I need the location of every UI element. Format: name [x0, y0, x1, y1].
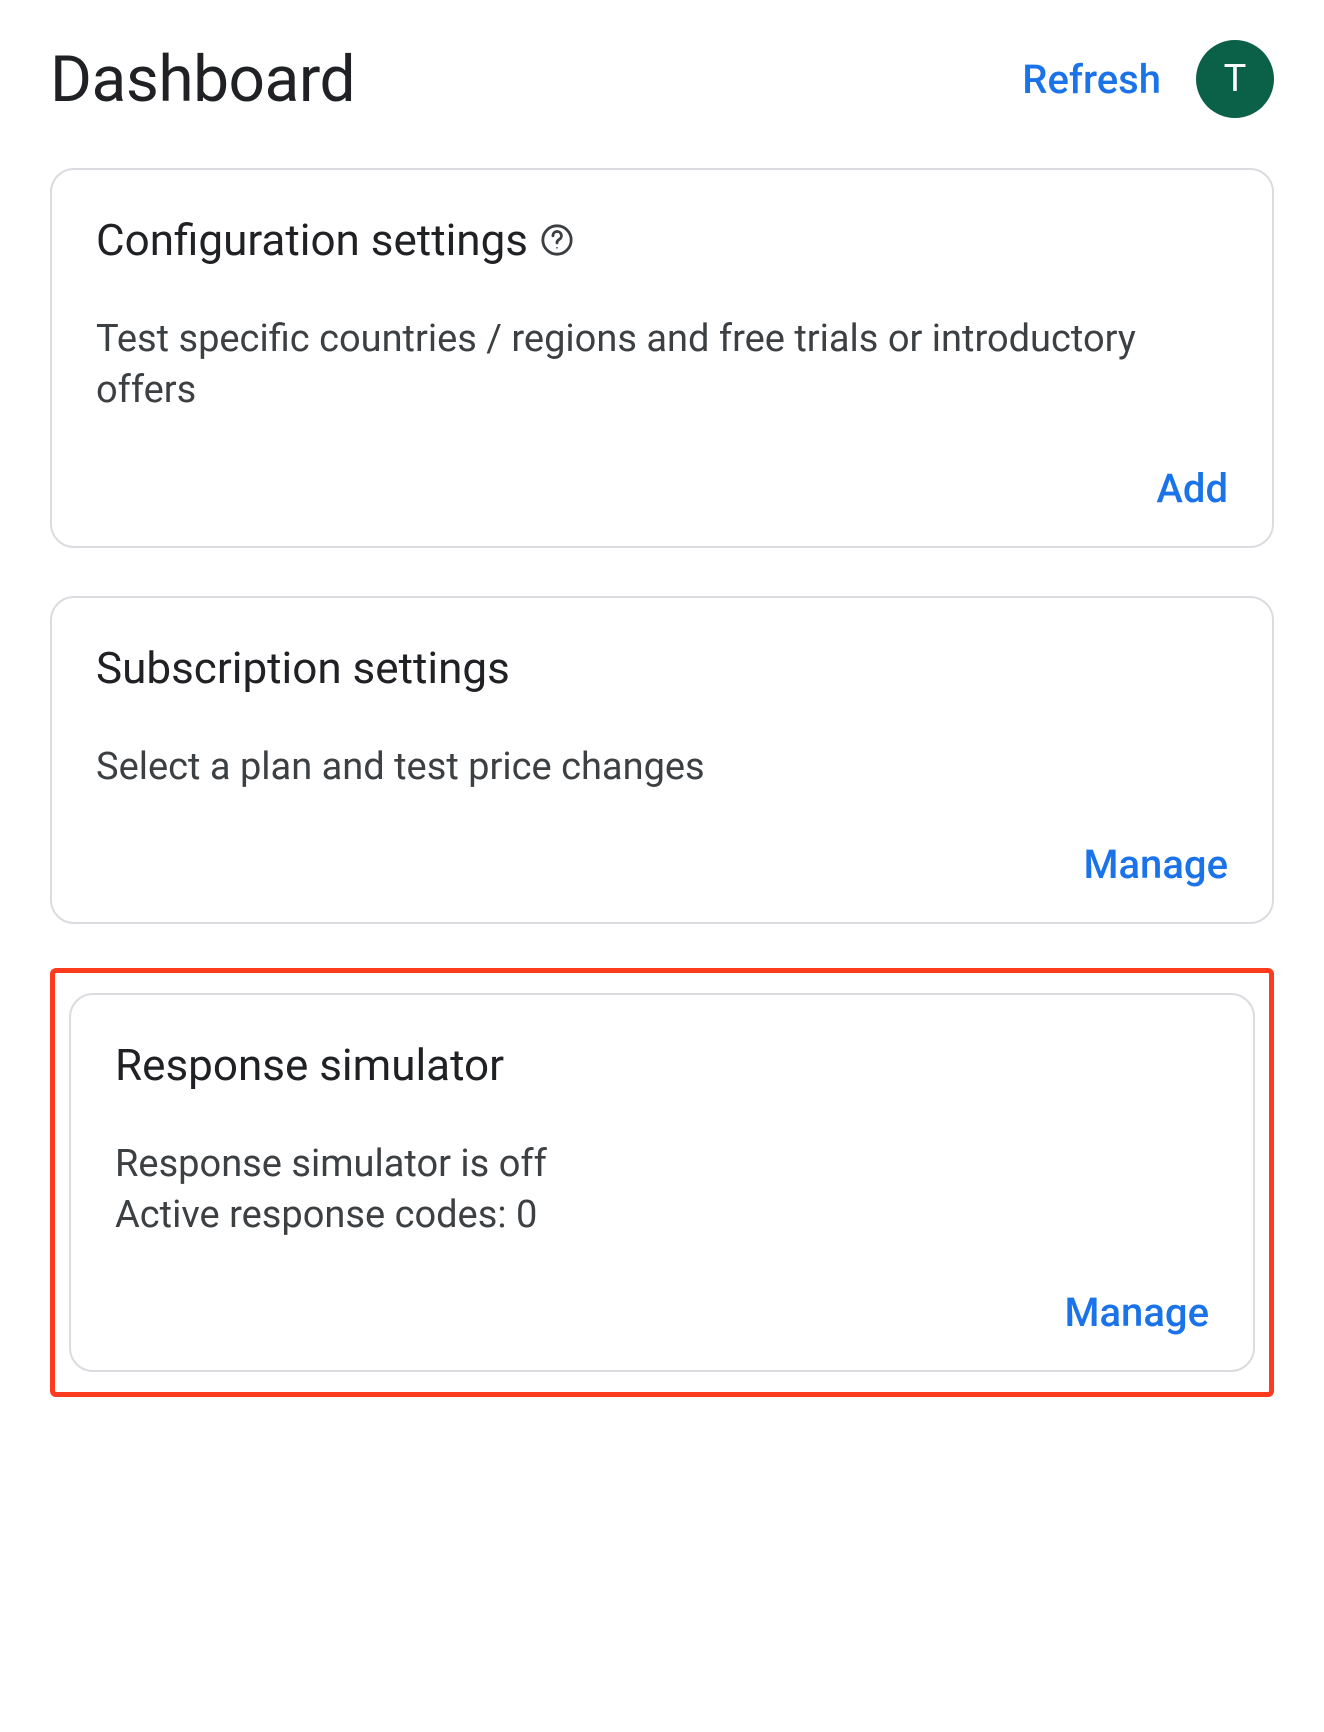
content: Configuration settings Test specific cou… [0, 168, 1324, 1447]
header: Dashboard Refresh T [0, 0, 1324, 168]
status-text: Response simulator is off [115, 1139, 1209, 1190]
card-title: Subscription settings [96, 642, 510, 694]
codes-text: Active response codes: 0 [115, 1190, 1209, 1241]
card-title: Response simulator [115, 1039, 504, 1091]
card-description: Response simulator is off Active respons… [115, 1139, 1209, 1242]
add-button[interactable]: Add [1156, 465, 1228, 512]
card-title-row: Configuration settings [96, 214, 1228, 266]
card-action-row: Add [96, 465, 1228, 512]
subscription-settings-card: Subscription settings Select a plan and … [50, 596, 1274, 924]
card-title: Configuration settings [96, 214, 528, 266]
header-actions: Refresh T [1022, 40, 1274, 118]
card-action-row: Manage [115, 1289, 1209, 1336]
highlight-annotation: Response simulator Response simulator is… [50, 968, 1274, 1398]
card-title-row: Subscription settings [96, 642, 1228, 694]
avatar-initial: T [1224, 57, 1247, 101]
configuration-settings-card: Configuration settings Test specific cou… [50, 168, 1274, 548]
card-description: Test specific countries / regions and fr… [96, 314, 1228, 417]
response-simulator-card: Response simulator Response simulator is… [69, 993, 1255, 1373]
manage-subscription-button[interactable]: Manage [1084, 841, 1228, 888]
manage-response-simulator-button[interactable]: Manage [1065, 1289, 1209, 1336]
refresh-button[interactable]: Refresh [1022, 56, 1161, 103]
card-title-row: Response simulator [115, 1039, 1209, 1091]
page-title: Dashboard [50, 42, 355, 117]
avatar[interactable]: T [1196, 40, 1274, 118]
help-circle-icon[interactable] [540, 223, 574, 257]
card-description: Select a plan and test price changes [96, 742, 1228, 793]
card-action-row: Manage [96, 841, 1228, 888]
